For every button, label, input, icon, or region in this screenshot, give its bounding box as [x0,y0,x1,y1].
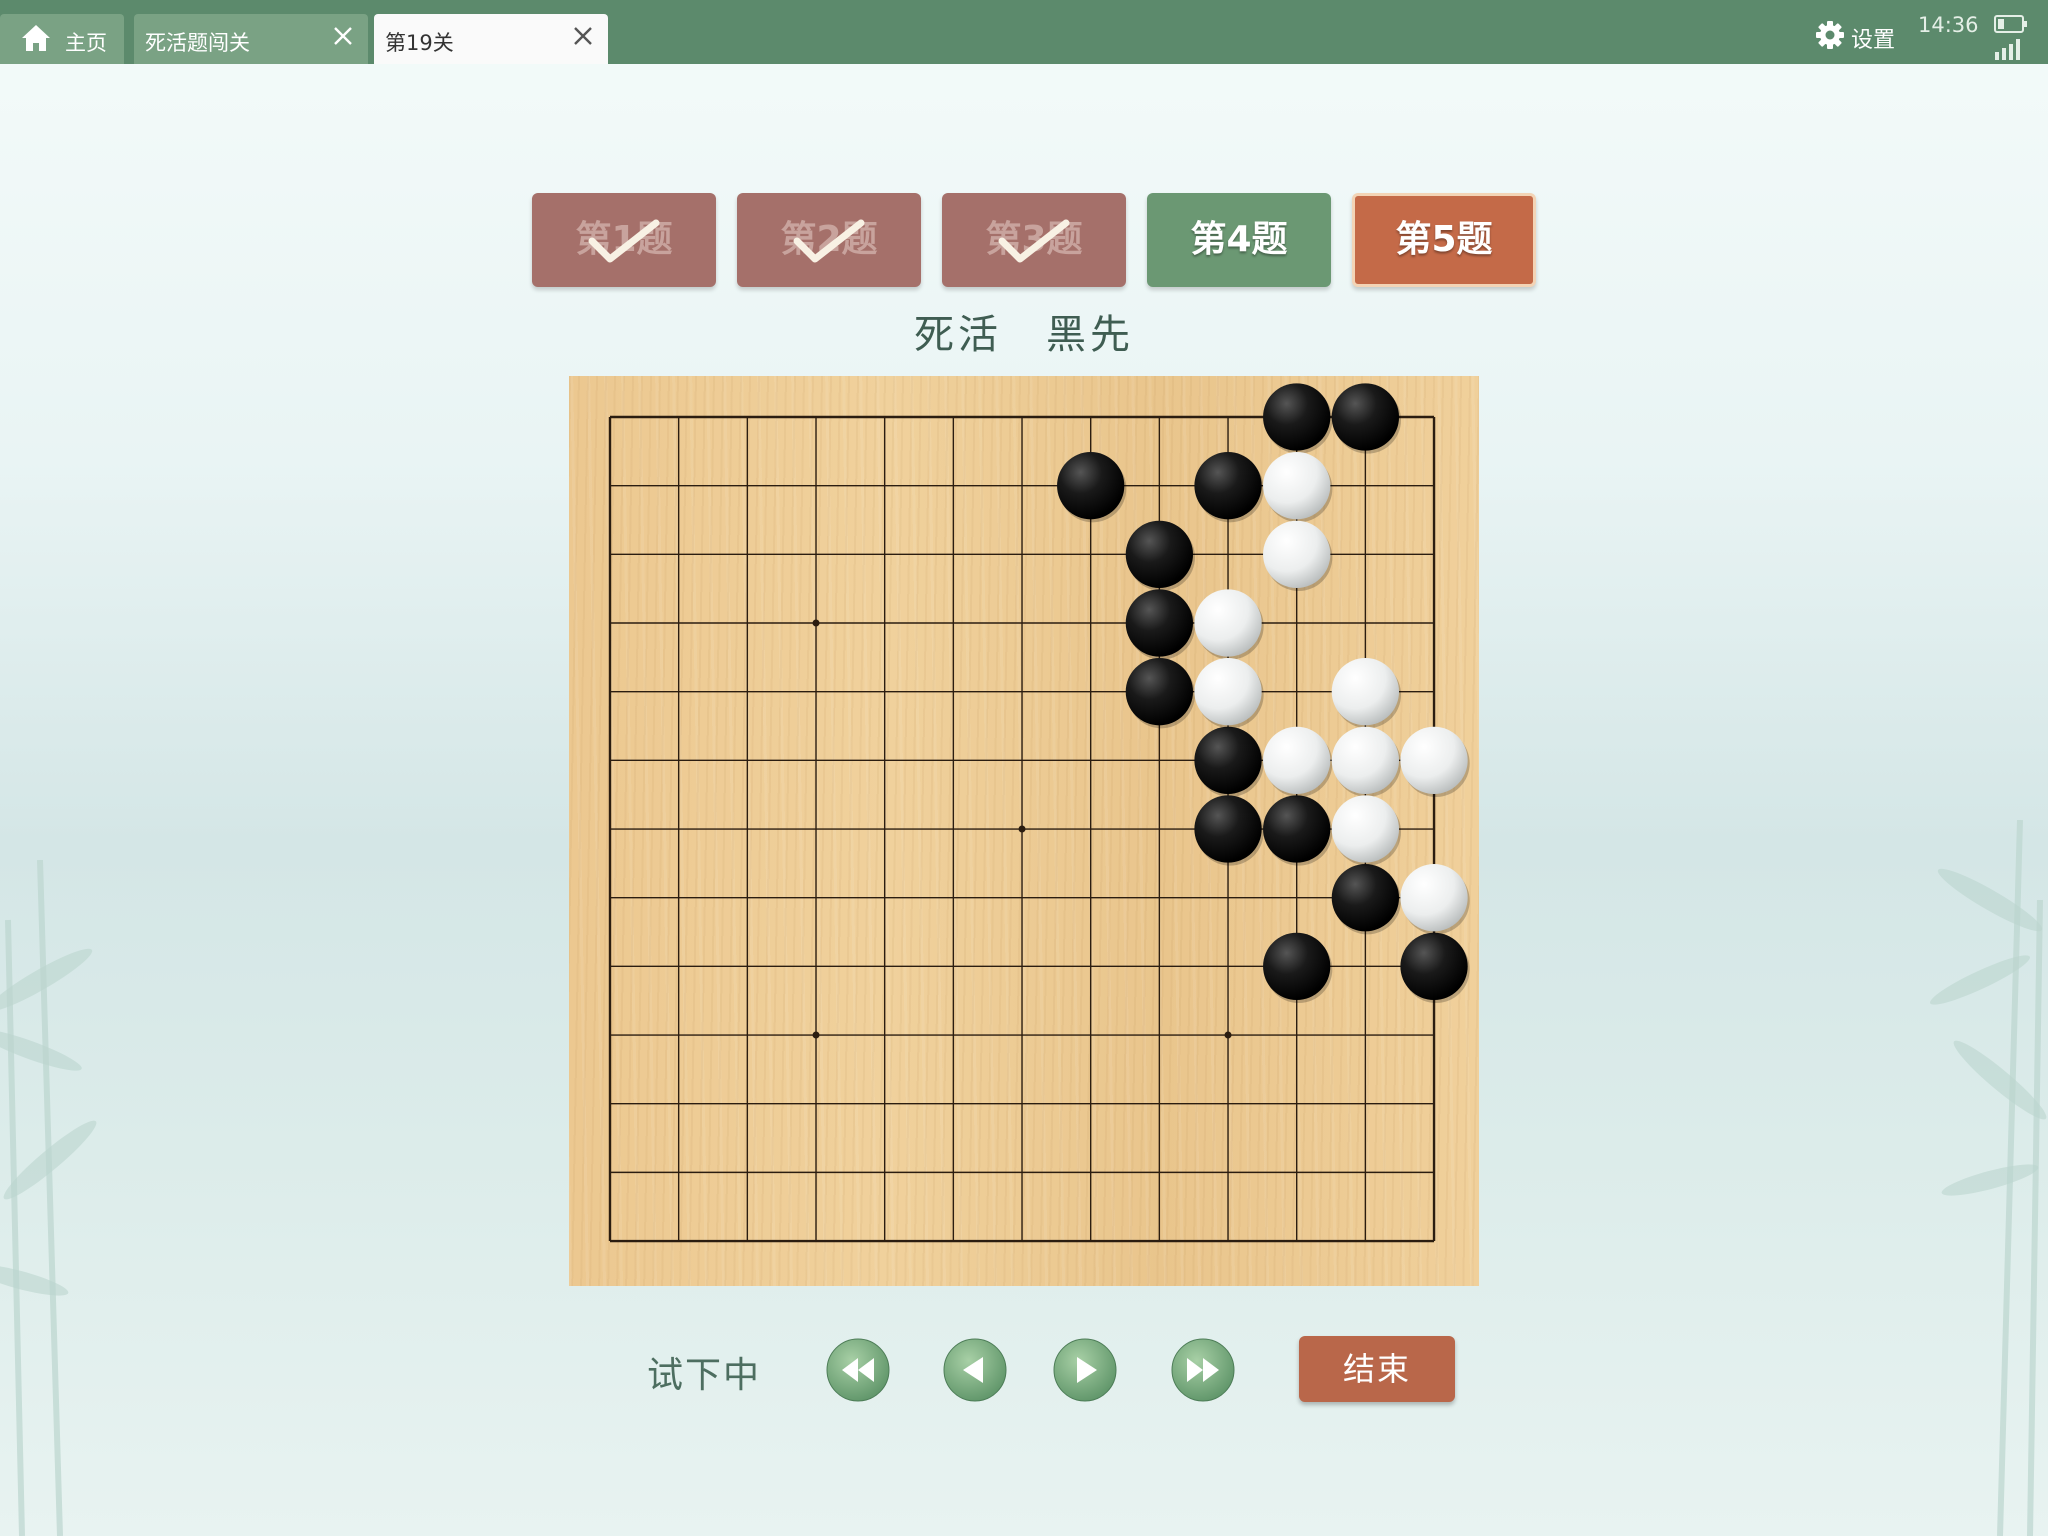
bamboo-decoration-right [1930,820,2047,1536]
last-move-button[interactable] [1171,1338,1235,1402]
close-icon[interactable] [330,23,356,49]
white-stone [1331,726,1402,797]
tab-home[interactable]: 主页 [0,14,124,64]
battery-icon [1994,15,2027,33]
bamboo-decoration-left [0,860,97,1536]
previous-move-button[interactable] [943,1338,1007,1402]
clock: 14:36 [1918,13,1979,37]
black-stone [1194,452,1264,523]
signal-icon [1995,39,2020,60]
problem-button-3[interactable]: 第3题 [942,193,1126,287]
problem-button-4[interactable]: 第4题 [1147,193,1331,287]
close-icon[interactable] [570,23,596,49]
problem-label: 第4题 [1190,219,1288,260]
problem-button-5[interactable]: 第5题 [1352,193,1536,287]
black-stone [1331,383,1402,454]
end-button[interactable]: 结束 [1299,1336,1455,1402]
star-point [1224,1031,1232,1039]
trial-status-label: 试下中 [647,1355,762,1396]
problem-type-label: 死活 黑先 [914,312,1134,358]
white-stone [1194,589,1264,660]
tab-label: 第19关 [385,31,454,55]
black-stone [1194,795,1264,866]
board-grid[interactable] [569,376,1479,1286]
black-stone [1263,932,1333,1004]
white-stone [1194,658,1264,729]
white-stone [1263,726,1333,797]
top-bar: 主页 死活题闯关 第19关 设置 14:36 [0,0,2048,64]
check-icon [998,219,1070,263]
black-stone [1331,864,1402,935]
tab-life-death-levels[interactable]: 死活题闯关 [134,14,368,64]
next-move-button[interactable] [1053,1338,1117,1402]
black-stone [1125,658,1196,729]
settings-label: 设置 [1851,28,1896,53]
tab-current-level[interactable]: 第19关 [374,14,608,64]
gear-icon [1816,21,1844,49]
black-stone [1194,726,1264,797]
problem-button-2[interactable]: 第2题 [737,193,921,287]
white-stone [1263,452,1333,523]
problem-button-1[interactable]: 第1题 [532,193,716,287]
home-icon [22,25,50,51]
white-stone [1331,658,1402,729]
go-board[interactable] [569,376,1479,1286]
black-stone [1263,795,1333,866]
tab-label: 死活题闯关 [145,31,250,55]
check-icon [793,219,865,263]
black-stone [1125,589,1196,660]
check-icon [588,219,660,263]
black-stone [1263,383,1333,454]
first-move-button[interactable] [826,1338,890,1402]
white-stone [1263,520,1333,591]
star-point [812,619,820,627]
star-point [812,1031,820,1039]
white-stone [1400,864,1470,935]
tab-home-label: 主页 [65,31,107,55]
star-point [1018,825,1026,833]
problem-label: 第5题 [1395,219,1493,260]
black-stone [1057,452,1127,523]
white-stone [1400,726,1470,797]
white-stone [1331,795,1402,866]
black-stone [1400,932,1470,1004]
black-stone [1125,520,1196,591]
